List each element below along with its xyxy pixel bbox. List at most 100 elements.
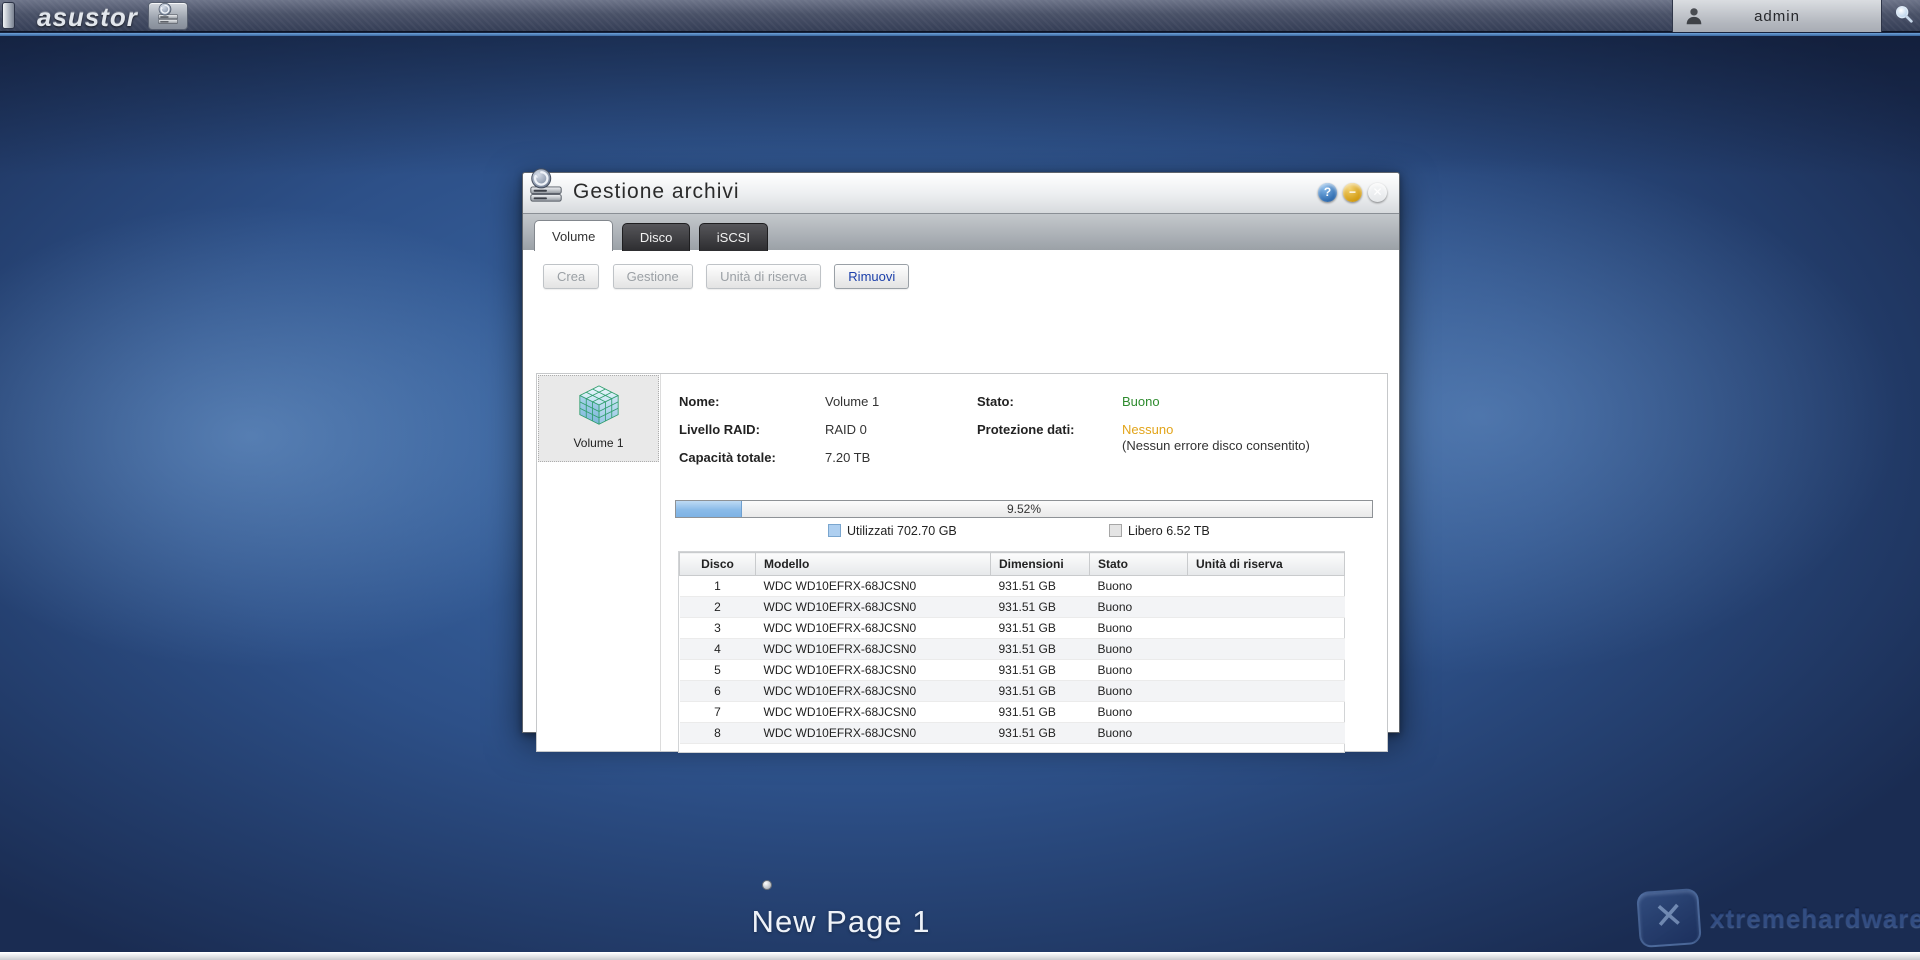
user-menu[interactable]: admin — [1672, 0, 1882, 32]
livello-raid-label: Livello RAID: — [679, 422, 760, 437]
tab-disco[interactable]: Disco — [622, 223, 691, 251]
table-cell: WDC WD10EFRX-68JCSN0 — [756, 618, 991, 639]
tab-volume[interactable]: Volume — [534, 220, 613, 251]
table-cell: 4 — [680, 639, 756, 660]
table-cell: WDC WD10EFRX-68JCSN0 — [756, 597, 991, 618]
table-cell: WDC WD10EFRX-68JCSN0 — [756, 576, 991, 597]
table-cell: WDC WD10EFRX-68JCSN0 — [756, 681, 991, 702]
volume-details: Nome: Volume 1 Livello RAID: RAID 0 Capa… — [662, 374, 1387, 751]
protezione-value: Nessuno — [1122, 422, 1173, 437]
usage-progress-bar: 9.52% — [675, 500, 1373, 518]
table-cell — [1188, 576, 1345, 597]
table-cell: WDC WD10EFRX-68JCSN0 — [756, 660, 991, 681]
table-cell: 931.51 GB — [991, 639, 1090, 660]
tab-iscsi[interactable]: iSCSI — [699, 223, 768, 251]
window-title: Gestione archivi — [573, 180, 740, 204]
table-header-row: Disco Modello Dimensioni Stato Unità di … — [680, 553, 1345, 576]
table-cell — [1188, 639, 1345, 660]
volume-list-item[interactable]: Volume 1 — [538, 375, 659, 462]
taskbar: asustor — [0, 0, 1920, 32]
storage-manager-icon — [527, 166, 565, 211]
table-cell: 931.51 GB — [991, 660, 1090, 681]
col-disco[interactable]: Disco — [680, 553, 756, 576]
table-cell: 8 — [680, 723, 756, 744]
asustor-logo: asustor — [37, 2, 138, 33]
user-icon — [1683, 5, 1705, 32]
toolbar: Crea Gestione Unità di riserva Rimuovi — [523, 251, 1399, 297]
volume-panel: Volume 1 Nome: Volume 1 Livello RAID: RA… — [536, 373, 1388, 752]
volume-item-label: Volume 1 — [539, 436, 658, 450]
table-cell — [1188, 597, 1345, 618]
table-cell: Buono — [1090, 618, 1188, 639]
table-cell: 1 — [680, 576, 756, 597]
protezione-dati-label: Protezione dati: — [977, 422, 1075, 437]
table-row[interactable]: 4WDC WD10EFRX-68JCSN0931.51 GBBuono — [680, 639, 1345, 660]
table-cell: 931.51 GB — [991, 723, 1090, 744]
table-row[interactable]: 2WDC WD10EFRX-68JCSN0931.51 GBBuono — [680, 597, 1345, 618]
livello-raid-value: RAID 0 — [825, 422, 867, 437]
gestione-button[interactable]: Gestione — [613, 264, 693, 289]
table-cell: Buono — [1090, 702, 1188, 723]
disk-table: Disco Modello Dimensioni Stato Unità di … — [678, 551, 1345, 753]
screen: asustor — [0, 0, 1920, 960]
disk-table-body: 1WDC WD10EFRX-68JCSN0931.51 GBBuono2WDC … — [680, 576, 1345, 744]
col-dimensioni[interactable]: Dimensioni — [991, 553, 1090, 576]
col-modello[interactable]: Modello — [756, 553, 991, 576]
capacita-totale-value: 7.20 TB — [825, 450, 870, 465]
table-row[interactable]: 1WDC WD10EFRX-68JCSN0931.51 GBBuono — [680, 576, 1345, 597]
desktop: Gestione archivi ? − ✕ Volume Disco iSCS… — [0, 36, 1920, 952]
table-cell — [1188, 702, 1345, 723]
window-titlebar[interactable]: Gestione archivi ? − ✕ — [523, 173, 1399, 213]
table-cell: 6 — [680, 681, 756, 702]
table-cell: WDC WD10EFRX-68JCSN0 — [756, 723, 991, 744]
table-cell: Buono — [1090, 597, 1188, 618]
volume-list: Volume 1 — [537, 374, 661, 751]
table-row[interactable]: 7WDC WD10EFRX-68JCSN0931.51 GBBuono — [680, 702, 1345, 723]
table-cell: 3 — [680, 618, 756, 639]
table-cell: Buono — [1090, 660, 1188, 681]
storage-manager-taskbar-button[interactable] — [148, 2, 188, 30]
bottom-strip — [0, 952, 1920, 960]
rimuovi-button[interactable]: Rimuovi — [834, 264, 909, 289]
table-cell: 7 — [680, 702, 756, 723]
table-cell: Buono — [1090, 681, 1188, 702]
protezione-note: (Nessun errore disco consentito) — [1122, 438, 1310, 453]
table-footer-strip — [679, 744, 1344, 752]
col-unita-di-riserva[interactable]: Unità di riserva — [1188, 553, 1345, 576]
table-cell: WDC WD10EFRX-68JCSN0 — [756, 639, 991, 660]
table-cell — [1188, 723, 1345, 744]
help-button[interactable]: ? — [1318, 183, 1337, 202]
table-cell: WDC WD10EFRX-68JCSN0 — [756, 702, 991, 723]
used-legend: Utilizzati 702.70 GB — [828, 524, 957, 538]
desktop-dot — [762, 880, 772, 890]
used-swatch-icon — [828, 524, 841, 537]
unita-di-riserva-button[interactable]: Unità di riserva — [706, 264, 821, 289]
storage-manager-window: Gestione archivi ? − ✕ Volume Disco iSCS… — [522, 172, 1400, 733]
volume-cube-icon — [576, 416, 622, 433]
table-row[interactable]: 8WDC WD10EFRX-68JCSN0931.51 GBBuono — [680, 723, 1345, 744]
table-row[interactable]: 6WDC WD10EFRX-68JCSN0931.51 GBBuono — [680, 681, 1345, 702]
user-name: admin — [1754, 8, 1800, 25]
usage-percent: 9.52% — [676, 501, 1372, 517]
taskbar-grip[interactable] — [2, 2, 15, 29]
table-row[interactable]: 3WDC WD10EFRX-68JCSN0931.51 GBBuono — [680, 618, 1345, 639]
storage-manager-icon — [156, 2, 180, 31]
nome-value: Volume 1 — [825, 394, 879, 409]
col-stato[interactable]: Stato — [1090, 553, 1188, 576]
stato-value: Buono — [1122, 394, 1160, 409]
crea-button[interactable]: Crea — [543, 264, 599, 289]
search-icon — [1893, 3, 1915, 30]
table-cell: 931.51 GB — [991, 618, 1090, 639]
search-button[interactable] — [1888, 0, 1920, 32]
table-cell: 5 — [680, 660, 756, 681]
stato-label: Stato: — [977, 394, 1014, 409]
minimize-button[interactable]: − — [1343, 183, 1362, 202]
table-cell: 931.51 GB — [991, 576, 1090, 597]
table-cell — [1188, 618, 1345, 639]
table-cell: Buono — [1090, 576, 1188, 597]
watermark-text: xtremehardware.com — [1710, 903, 1920, 934]
tab-strip: Volume Disco iSCSI — [523, 213, 1399, 250]
close-button[interactable]: ✕ — [1368, 183, 1387, 202]
watermark: ✕ xtremehardware.com — [1638, 890, 1920, 946]
table-row[interactable]: 5WDC WD10EFRX-68JCSN0931.51 GBBuono — [680, 660, 1345, 681]
